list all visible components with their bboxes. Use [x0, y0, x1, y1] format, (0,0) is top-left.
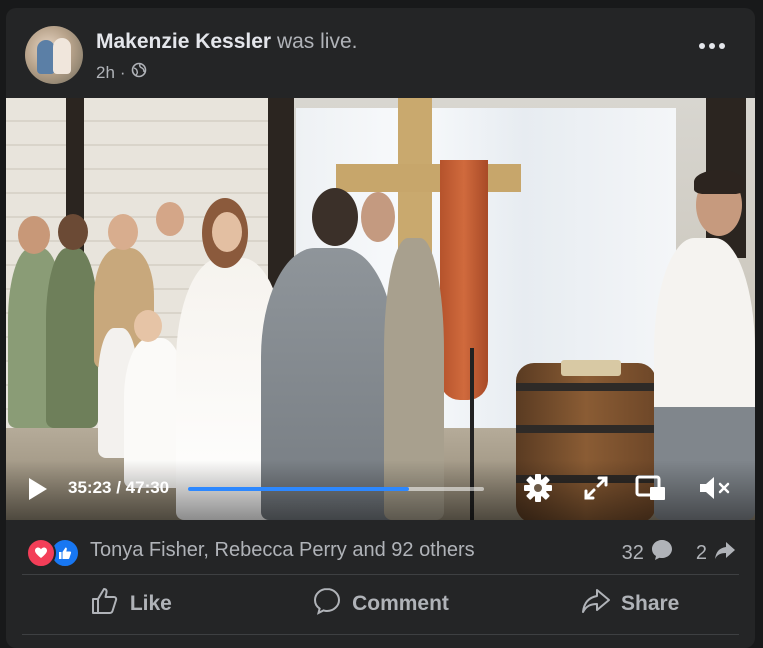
share-label: Share: [620, 592, 680, 615]
more-dot-icon: [699, 43, 705, 49]
share-icon: [581, 586, 611, 622]
share-button[interactable]: Share: [505, 580, 755, 628]
share-arrow-icon: [713, 538, 737, 568]
comment-button[interactable]: Comment: [256, 580, 506, 628]
video-scene-cross: [336, 164, 521, 192]
action-text: was live.: [276, 30, 358, 53]
video-scene-person: [694, 170, 744, 194]
comments-count[interactable]: 32: [622, 542, 644, 565]
reaction-icons[interactable]: [26, 538, 82, 568]
video-scene-person: [18, 216, 50, 254]
love-icon: [26, 538, 56, 568]
video-scene-person: [156, 202, 184, 236]
duration: 47:30: [125, 478, 170, 497]
author-name[interactable]: Makenzie Kessler: [96, 30, 271, 53]
thumbs-up-icon: [90, 586, 120, 622]
live-video[interactable]: 35:23 / 47:30: [6, 98, 755, 520]
timestamp[interactable]: 2h: [96, 63, 115, 83]
post-header: Makenzie Kessler was live.: [96, 30, 357, 54]
video-scene-person: [134, 310, 162, 342]
video-scene-person: [212, 212, 242, 252]
shares-count[interactable]: 2: [696, 542, 707, 565]
more-dot-icon: [719, 43, 725, 49]
video-scene-person: [312, 188, 358, 246]
divider: [22, 634, 739, 635]
engagement-counts: 32 2: [622, 538, 737, 568]
video-scene-person: [108, 214, 138, 250]
post-meta: 2h ·: [96, 62, 147, 83]
like-label: Like: [129, 592, 172, 615]
more-options-button[interactable]: [699, 43, 725, 49]
reactions-row: Tonya Fisher, Rebecca Perry and 92 other…: [6, 520, 755, 576]
comment-bubble-icon: [650, 538, 674, 568]
divider: [22, 574, 739, 575]
comment-label: Comment: [352, 592, 449, 615]
muted-speaker-icon[interactable]: [696, 472, 730, 504]
progress-bar[interactable]: [188, 487, 484, 491]
play-icon[interactable]: [29, 478, 47, 500]
video-scene-book: [561, 360, 621, 376]
post-actions: Like Comment Share: [6, 580, 755, 628]
video-scene-person: [58, 214, 88, 250]
video-scene-person: [361, 192, 395, 242]
globe-icon: [131, 62, 147, 83]
video-scene-drape: [440, 160, 488, 400]
video-time: 35:23 / 47:30: [68, 478, 170, 497]
more-dot-icon: [709, 43, 715, 49]
picture-in-picture-icon[interactable]: [634, 472, 666, 504]
avatar[interactable]: [25, 26, 83, 84]
video-scene-person: [46, 248, 98, 428]
current-time: 35:23: [68, 478, 112, 497]
progress-fill: [188, 487, 409, 491]
like-button[interactable]: Like: [6, 580, 256, 628]
post-card: Makenzie Kessler was live. 2h · 35:23 / …: [6, 8, 755, 648]
comment-icon: [312, 586, 342, 622]
fullscreen-icon[interactable]: [580, 472, 612, 504]
video-controls: 35:23 / 47:30: [6, 460, 755, 520]
reaction-names[interactable]: Tonya Fisher, Rebecca Perry and 92 other…: [90, 539, 475, 562]
settings-icon[interactable]: [522, 472, 554, 504]
